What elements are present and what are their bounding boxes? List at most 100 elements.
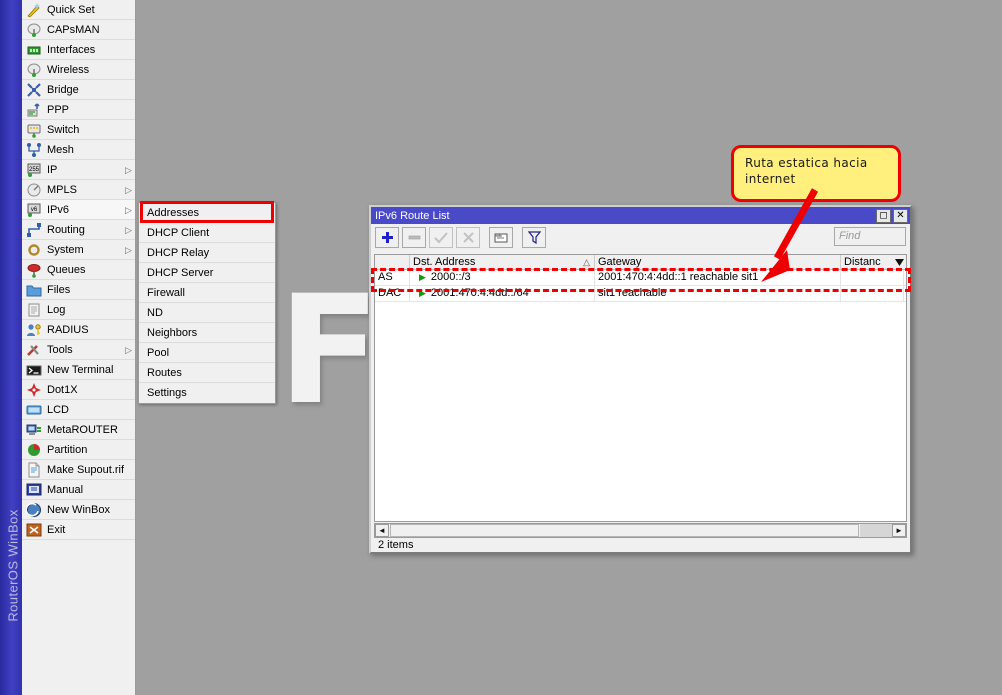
column-header-gw[interactable]: Gateway xyxy=(595,255,841,269)
column-header-dst[interactable]: Dst. Address △ xyxy=(410,255,595,269)
menu-item-label: Tools xyxy=(47,343,73,356)
menu-item-dot1x[interactable]: Dot1X xyxy=(22,380,135,400)
radius-icon xyxy=(26,322,42,338)
filter-button[interactable] xyxy=(522,227,546,248)
submenu-item-pool[interactable]: Pool xyxy=(139,343,275,363)
menu-item-ppp[interactable]: PPP xyxy=(22,100,135,120)
menu-item-mesh[interactable]: Mesh xyxy=(22,140,135,160)
system-icon xyxy=(26,242,42,258)
menu-item-quick-set[interactable]: Quick Set xyxy=(22,0,135,20)
submenu-item-dhcp-server[interactable]: DHCP Server xyxy=(139,263,275,283)
submenu-chevron-icon: ▷ xyxy=(125,204,132,215)
menu-item-new-terminal[interactable]: New Terminal xyxy=(22,360,135,380)
menu-item-system[interactable]: System ▷ xyxy=(22,240,135,260)
submenu-item-dhcp-client[interactable]: DHCP Client xyxy=(139,223,275,243)
menu-item-new-winbox[interactable]: New WinBox xyxy=(22,500,135,520)
menu-item-log[interactable]: Log xyxy=(22,300,135,320)
disable-button[interactable] xyxy=(456,227,480,248)
submenu-item-dhcp-relay[interactable]: DHCP Relay xyxy=(139,243,275,263)
ipv6-route-list-window: IPv6 Route List ◻ ✕ Find Dst. Address △ … xyxy=(369,205,912,554)
menu-item-capsman[interactable]: CAPsMAN xyxy=(22,20,135,40)
log-icon xyxy=(26,302,42,318)
scrollbar-thumb[interactable] xyxy=(390,524,859,537)
menu-item-manual[interactable]: Manual xyxy=(22,480,135,500)
table-row[interactable]: DAC ▶ 2001:470:4:4dd::/64 sit1 reachable xyxy=(375,286,906,302)
cell-dist xyxy=(841,270,904,285)
menu-item-exit[interactable]: Exit xyxy=(22,520,135,540)
manual-icon xyxy=(26,482,42,498)
menu-item-label: Log xyxy=(47,303,66,316)
minus-icon xyxy=(408,235,420,240)
add-button[interactable] xyxy=(375,227,399,248)
scrollbar-track[interactable] xyxy=(860,524,892,537)
column-chooser-icon[interactable] xyxy=(893,255,906,269)
menu-item-tools[interactable]: Tools ▷ xyxy=(22,340,135,360)
menu-item-routing[interactable]: Routing ▷ xyxy=(22,220,135,240)
menu-item-wireless[interactable]: Wireless xyxy=(22,60,135,80)
submenu-item-addresses[interactable]: Addresses xyxy=(139,203,275,223)
menu-item-label: Interfaces xyxy=(47,43,96,56)
menu-item-ip[interactable]: 255 IP ▷ xyxy=(22,160,135,180)
submenu-chevron-icon: ▷ xyxy=(125,244,132,255)
menu-item-label: IP xyxy=(47,163,58,176)
menu-item-files[interactable]: Files xyxy=(22,280,135,300)
comment-icon xyxy=(494,233,508,242)
comment-button[interactable] xyxy=(489,227,513,248)
column-header-label: Distanc xyxy=(844,256,881,268)
route-table: Dst. Address △ Gateway Distanc AS ▶ 2000::/32… xyxy=(374,254,907,522)
submenu-item-nd[interactable]: ND xyxy=(139,303,275,323)
horizontal-scrollbar[interactable]: ◄ ► xyxy=(374,523,907,538)
annotation-callout: Ruta estatica hacia internet xyxy=(731,145,901,202)
enable-button[interactable] xyxy=(429,227,453,248)
cell-text: 2001:470:4:4dd::/64 xyxy=(430,287,529,299)
menu-item-lcd[interactable]: LCD xyxy=(22,400,135,420)
check-icon xyxy=(434,232,448,244)
submenu-item-neighbors[interactable]: Neighbors xyxy=(139,323,275,343)
scroll-right-icon[interactable]: ► xyxy=(892,524,906,537)
window-title: IPv6 Route List xyxy=(375,209,450,222)
status-bar: 2 items xyxy=(378,539,414,551)
window-titlebar[interactable]: IPv6 Route List ◻ ✕ xyxy=(371,207,910,224)
column-header-label: Gateway xyxy=(598,256,642,268)
menu-item-make-supout-rif[interactable]: Make Supout.rif xyxy=(22,460,135,480)
menu-item-label: MetaROUTER xyxy=(47,423,118,436)
menu-item-label: IPv6 xyxy=(47,203,70,216)
cell-dst: ▶ 2000::/3 xyxy=(410,270,595,285)
remove-button[interactable] xyxy=(402,227,426,248)
sort-ascending-icon: △ xyxy=(583,257,590,267)
maximize-icon[interactable]: ◻ xyxy=(876,208,891,223)
new-winbox-icon xyxy=(26,502,42,518)
menu-item-label: Dot1X xyxy=(47,383,78,396)
find-input[interactable]: Find xyxy=(834,227,906,246)
submenu-item-settings[interactable]: Settings xyxy=(139,383,275,403)
submenu-chevron-icon: ▷ xyxy=(125,184,132,195)
submenu-item-firewall[interactable]: Firewall xyxy=(139,283,275,303)
menu-item-switch[interactable]: Switch xyxy=(22,120,135,140)
menu-item-queues[interactable]: Queues xyxy=(22,260,135,280)
folder-icon xyxy=(26,282,42,298)
menu-item-partition[interactable]: Partition xyxy=(22,440,135,460)
wand-icon xyxy=(26,2,42,18)
route-active-arrow-icon: ▶ xyxy=(419,272,426,282)
menu-item-interfaces[interactable]: Interfaces xyxy=(22,40,135,60)
menu-item-radius[interactable]: RADIUS xyxy=(22,320,135,340)
submenu-chevron-icon: ▷ xyxy=(125,224,132,235)
menu-item-label: Bridge xyxy=(47,83,79,96)
scroll-left-icon[interactable]: ◄ xyxy=(375,524,389,537)
winbox-rail-label: RouterOS WinBox xyxy=(5,509,21,622)
table-row[interactable]: AS ▶ 2000::/3 2001:470:4:4dd::1 reachable s… xyxy=(375,270,906,286)
column-header-flags[interactable] xyxy=(375,255,410,269)
menu-item-mpls[interactable]: MPLS ▷ xyxy=(22,180,135,200)
menu-item-label: Switch xyxy=(47,123,80,136)
menu-item-ipv6[interactable]: v6 IPv6 ▷ xyxy=(22,200,135,220)
cell-flags: AS xyxy=(375,270,410,285)
menu-item-bridge[interactable]: Bridge xyxy=(22,80,135,100)
menu-item-label: Wireless xyxy=(47,63,90,76)
submenu-item-routes[interactable]: Routes xyxy=(139,363,275,383)
menu-item-metarouter[interactable]: MetaROUTER xyxy=(22,420,135,440)
cell-text: 2000::/3 xyxy=(430,271,471,283)
close-icon[interactable]: ✕ xyxy=(893,208,908,223)
svg-text:255: 255 xyxy=(29,167,40,173)
ipv6-submenu: Addresses DHCP Client DHCP Relay DHCP Serve… xyxy=(138,202,276,404)
access-point-icon xyxy=(26,22,42,38)
